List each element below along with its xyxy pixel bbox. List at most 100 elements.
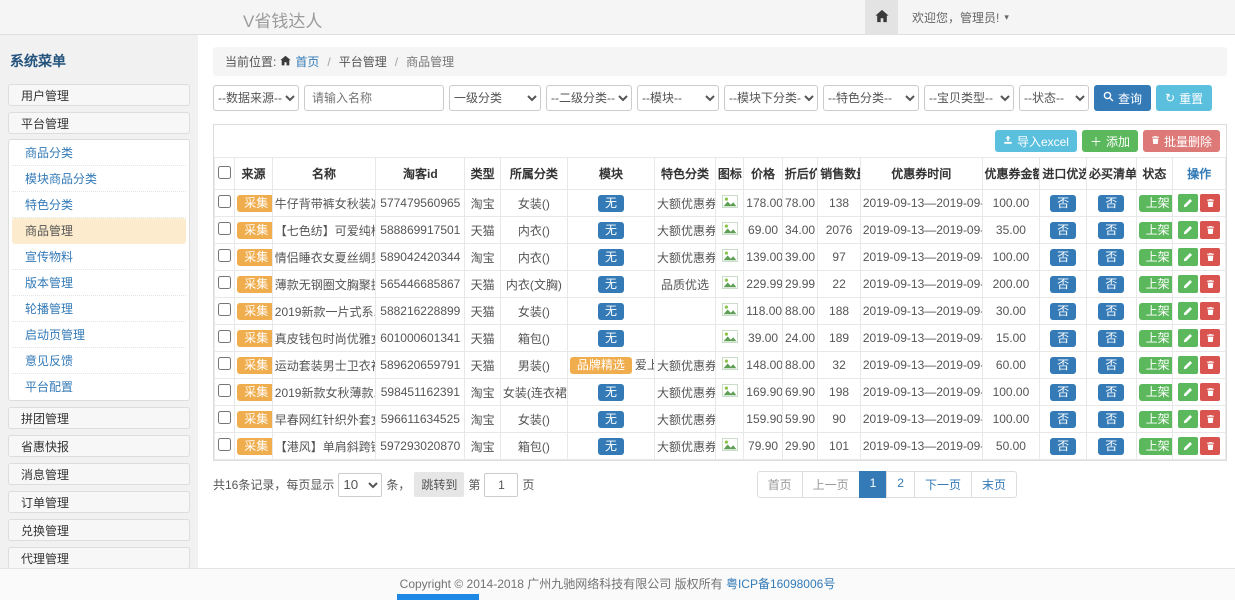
sidebar-item[interactable]: 轮播管理 [12, 296, 186, 322]
row-checkbox[interactable] [218, 357, 231, 370]
edit-button[interactable] [1178, 275, 1198, 293]
sidebar-group[interactable]: 代理管理 [8, 547, 190, 568]
must-buy-toggle[interactable]: 否 [1098, 276, 1124, 293]
import-choice-toggle[interactable]: 否 [1050, 222, 1076, 239]
sidebar-item[interactable]: 商品管理 [12, 218, 186, 244]
row-checkbox[interactable] [218, 249, 231, 262]
pager-button[interactable]: 末页 [971, 471, 1017, 498]
batch-delete-button[interactable]: 批量删除 [1143, 130, 1220, 152]
import-choice-toggle[interactable]: 否 [1050, 330, 1076, 347]
edit-button[interactable] [1178, 221, 1198, 239]
filter-select[interactable]: --模块-- [637, 85, 719, 111]
delete-button[interactable] [1200, 194, 1220, 212]
delete-button[interactable] [1200, 356, 1220, 374]
sidebar-item[interactable]: 意见反馈 [12, 348, 186, 374]
edit-button[interactable] [1178, 302, 1198, 320]
status-toggle[interactable]: 上架 [1139, 411, 1173, 428]
filter-select[interactable]: --特色分类-- [823, 85, 919, 111]
status-toggle[interactable]: 上架 [1139, 384, 1173, 401]
row-checkbox[interactable] [218, 303, 231, 316]
per-page-select[interactable]: 10 [338, 473, 382, 497]
row-checkbox[interactable] [218, 195, 231, 208]
delete-button[interactable] [1200, 383, 1220, 401]
icp-link[interactable]: 粤ICP备16098006号 [726, 577, 835, 591]
filter-select[interactable]: --二级分类-- [546, 85, 632, 111]
row-checkbox[interactable] [218, 438, 231, 451]
sidebar-item[interactable]: 商品分类 [12, 140, 186, 166]
must-buy-toggle[interactable]: 否 [1098, 384, 1124, 401]
select-all-checkbox[interactable] [218, 166, 231, 179]
delete-button[interactable] [1200, 275, 1220, 293]
import-choice-toggle[interactable]: 否 [1050, 303, 1076, 320]
row-checkbox[interactable] [218, 330, 231, 343]
reset-button[interactable]: ↻ 重置 [1156, 85, 1212, 111]
must-buy-toggle[interactable]: 否 [1098, 303, 1124, 320]
row-checkbox[interactable] [218, 411, 231, 424]
home-button[interactable] [865, 0, 898, 35]
must-buy-toggle[interactable]: 否 [1098, 249, 1124, 266]
delete-button[interactable] [1200, 329, 1220, 347]
edit-button[interactable] [1178, 437, 1198, 455]
user-menu[interactable]: 欢迎您，管理员! ▾ [912, 9, 1009, 26]
must-buy-toggle[interactable]: 否 [1098, 357, 1124, 374]
sidebar-group[interactable]: 用户管理 [8, 84, 190, 106]
search-button[interactable]: 查询 [1094, 85, 1151, 111]
status-toggle[interactable]: 上架 [1139, 276, 1173, 293]
must-buy-toggle[interactable]: 否 [1098, 195, 1124, 212]
breadcrumb-home-link[interactable]: 首页 [295, 53, 319, 70]
delete-button[interactable] [1200, 248, 1220, 266]
sidebar-group[interactable]: 拼团管理 [8, 407, 190, 429]
edit-button[interactable] [1178, 329, 1198, 347]
page-number-input[interactable] [484, 473, 518, 497]
edit-button[interactable] [1178, 383, 1198, 401]
row-checkbox[interactable] [218, 222, 231, 235]
status-toggle[interactable]: 上架 [1139, 249, 1173, 266]
filter-select[interactable]: --状态-- [1019, 85, 1089, 111]
add-button[interactable]: ＋ 添加 [1082, 130, 1138, 152]
sidebar-item[interactable]: 宣传物料 [12, 244, 186, 270]
sidebar-group[interactable]: 兑换管理 [8, 519, 190, 541]
sidebar-item[interactable]: 平台配置 [12, 374, 186, 400]
sidebar-group[interactable]: 平台管理 [8, 112, 190, 134]
delete-button[interactable] [1200, 302, 1220, 320]
filter-select[interactable]: 一级分类 [449, 85, 541, 111]
status-toggle[interactable]: 上架 [1139, 195, 1173, 212]
must-buy-toggle[interactable]: 否 [1098, 330, 1124, 347]
edit-button[interactable] [1178, 410, 1198, 428]
sidebar-item[interactable]: 模块商品分类 [12, 166, 186, 192]
row-checkbox[interactable] [218, 384, 231, 397]
status-toggle[interactable]: 上架 [1139, 222, 1173, 239]
edit-button[interactable] [1178, 248, 1198, 266]
import-choice-toggle[interactable]: 否 [1050, 357, 1076, 374]
pager-button[interactable]: 下一页 [914, 471, 972, 498]
delete-button[interactable] [1200, 221, 1220, 239]
filter-select[interactable]: --模块下分类-- [724, 85, 818, 111]
pager-current-page[interactable]: 1 [859, 471, 888, 498]
status-toggle[interactable]: 上架 [1139, 438, 1173, 455]
import-choice-toggle[interactable]: 否 [1050, 276, 1076, 293]
import-choice-toggle[interactable]: 否 [1050, 195, 1076, 212]
sidebar-group[interactable]: 消息管理 [8, 463, 190, 485]
pager-button[interactable]: 上一页 [802, 471, 860, 498]
sidebar-item[interactable]: 版本管理 [12, 270, 186, 296]
import-excel-button[interactable]: 导入excel [995, 130, 1077, 152]
import-choice-toggle[interactable]: 否 [1050, 438, 1076, 455]
delete-button[interactable] [1200, 437, 1220, 455]
pager-button[interactable]: 2 [886, 471, 915, 498]
sidebar-item[interactable]: 启动页管理 [12, 322, 186, 348]
jump-button[interactable]: 跳转到 [414, 472, 464, 497]
row-checkbox[interactable] [218, 276, 231, 289]
name-search-input[interactable] [304, 85, 444, 111]
filter-select[interactable]: --数据来源-- [213, 85, 299, 111]
must-buy-toggle[interactable]: 否 [1098, 438, 1124, 455]
must-buy-toggle[interactable]: 否 [1098, 222, 1124, 239]
import-choice-toggle[interactable]: 否 [1050, 249, 1076, 266]
pager-button[interactable]: 首页 [757, 471, 803, 498]
edit-button[interactable] [1178, 194, 1198, 212]
delete-button[interactable] [1200, 410, 1220, 428]
status-toggle[interactable]: 上架 [1139, 357, 1173, 374]
status-toggle[interactable]: 上架 [1139, 330, 1173, 347]
import-choice-toggle[interactable]: 否 [1050, 411, 1076, 428]
filter-select[interactable]: --宝贝类型-- [924, 85, 1014, 111]
status-toggle[interactable]: 上架 [1139, 303, 1173, 320]
